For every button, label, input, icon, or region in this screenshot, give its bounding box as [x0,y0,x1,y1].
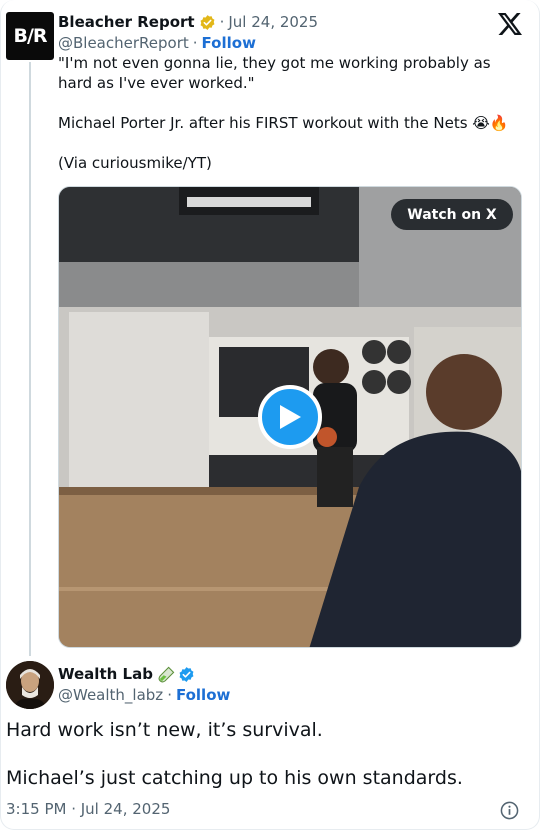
quoted-date[interactable]: Jul 24, 2025 [228,13,318,31]
reply-author-name[interactable]: Wealth Lab [58,665,153,683]
follow-bleacher-report-link[interactable]: Follow [202,34,256,52]
play-icon [280,405,301,429]
x-logo-icon[interactable] [498,13,522,35]
quoted-text-quote: "I'm not even gonna lie, they got me wor… [58,54,496,92]
play-button[interactable] [258,385,322,449]
bleacher-report-avatar[interactable]: B/R [6,12,54,60]
quoted-handle[interactable]: @BleacherReport [58,34,189,52]
info-icon[interactable] [500,801,519,820]
wealth-lab-avatar[interactable] [6,661,54,709]
test-tube-icon [158,666,175,682]
avatar-portrait [6,661,54,709]
reply-handle-row: @Wealth_labz · Follow [58,685,230,705]
timestamp-text: 3:15 PM · Jul 24, 2025 [6,800,171,818]
dot-separator: · [192,34,198,52]
reply-text-line2: Michael’s just catching up to his own st… [6,767,463,789]
reply-text-line1: Hard work isn’t new, it’s survival. [6,719,323,741]
reply-header: Wealth Lab [58,664,195,684]
thread-connector-line [29,62,31,656]
watch-on-x-button[interactable]: Watch on X [391,199,513,230]
reply-timestamp[interactable]: 3:15 PM · Jul 24, 2025 [6,800,170,818]
dot-separator: · [167,686,172,704]
reply-handle[interactable]: @Wealth_labz [58,686,163,704]
quoted-text-credit: (Via curiousmike/YT) [58,154,212,172]
verified-blue-icon [179,666,194,682]
verified-gold-icon [200,14,215,30]
quoted-handle-row: @BleacherReport · Follow [58,33,256,53]
dot-separator: · [219,13,225,31]
avatar-logo-text: B/R [13,25,47,47]
quoted-tweet-text: "I'm not even gonna lie, they got me wor… [58,53,528,173]
quoted-text-description: Michael Porter Jr. after his FIRST worko… [58,114,509,132]
quoted-tweet-header: Bleacher Report · Jul 24, 2025 [58,12,318,32]
quoted-author-name[interactable]: Bleacher Report [58,13,195,31]
follow-wealth-lab-link[interactable]: Follow [176,686,230,704]
reply-text: Hard work isn’t new, it’s survival. Mich… [6,718,526,790]
video-player[interactable]: Watch on X [58,186,522,648]
